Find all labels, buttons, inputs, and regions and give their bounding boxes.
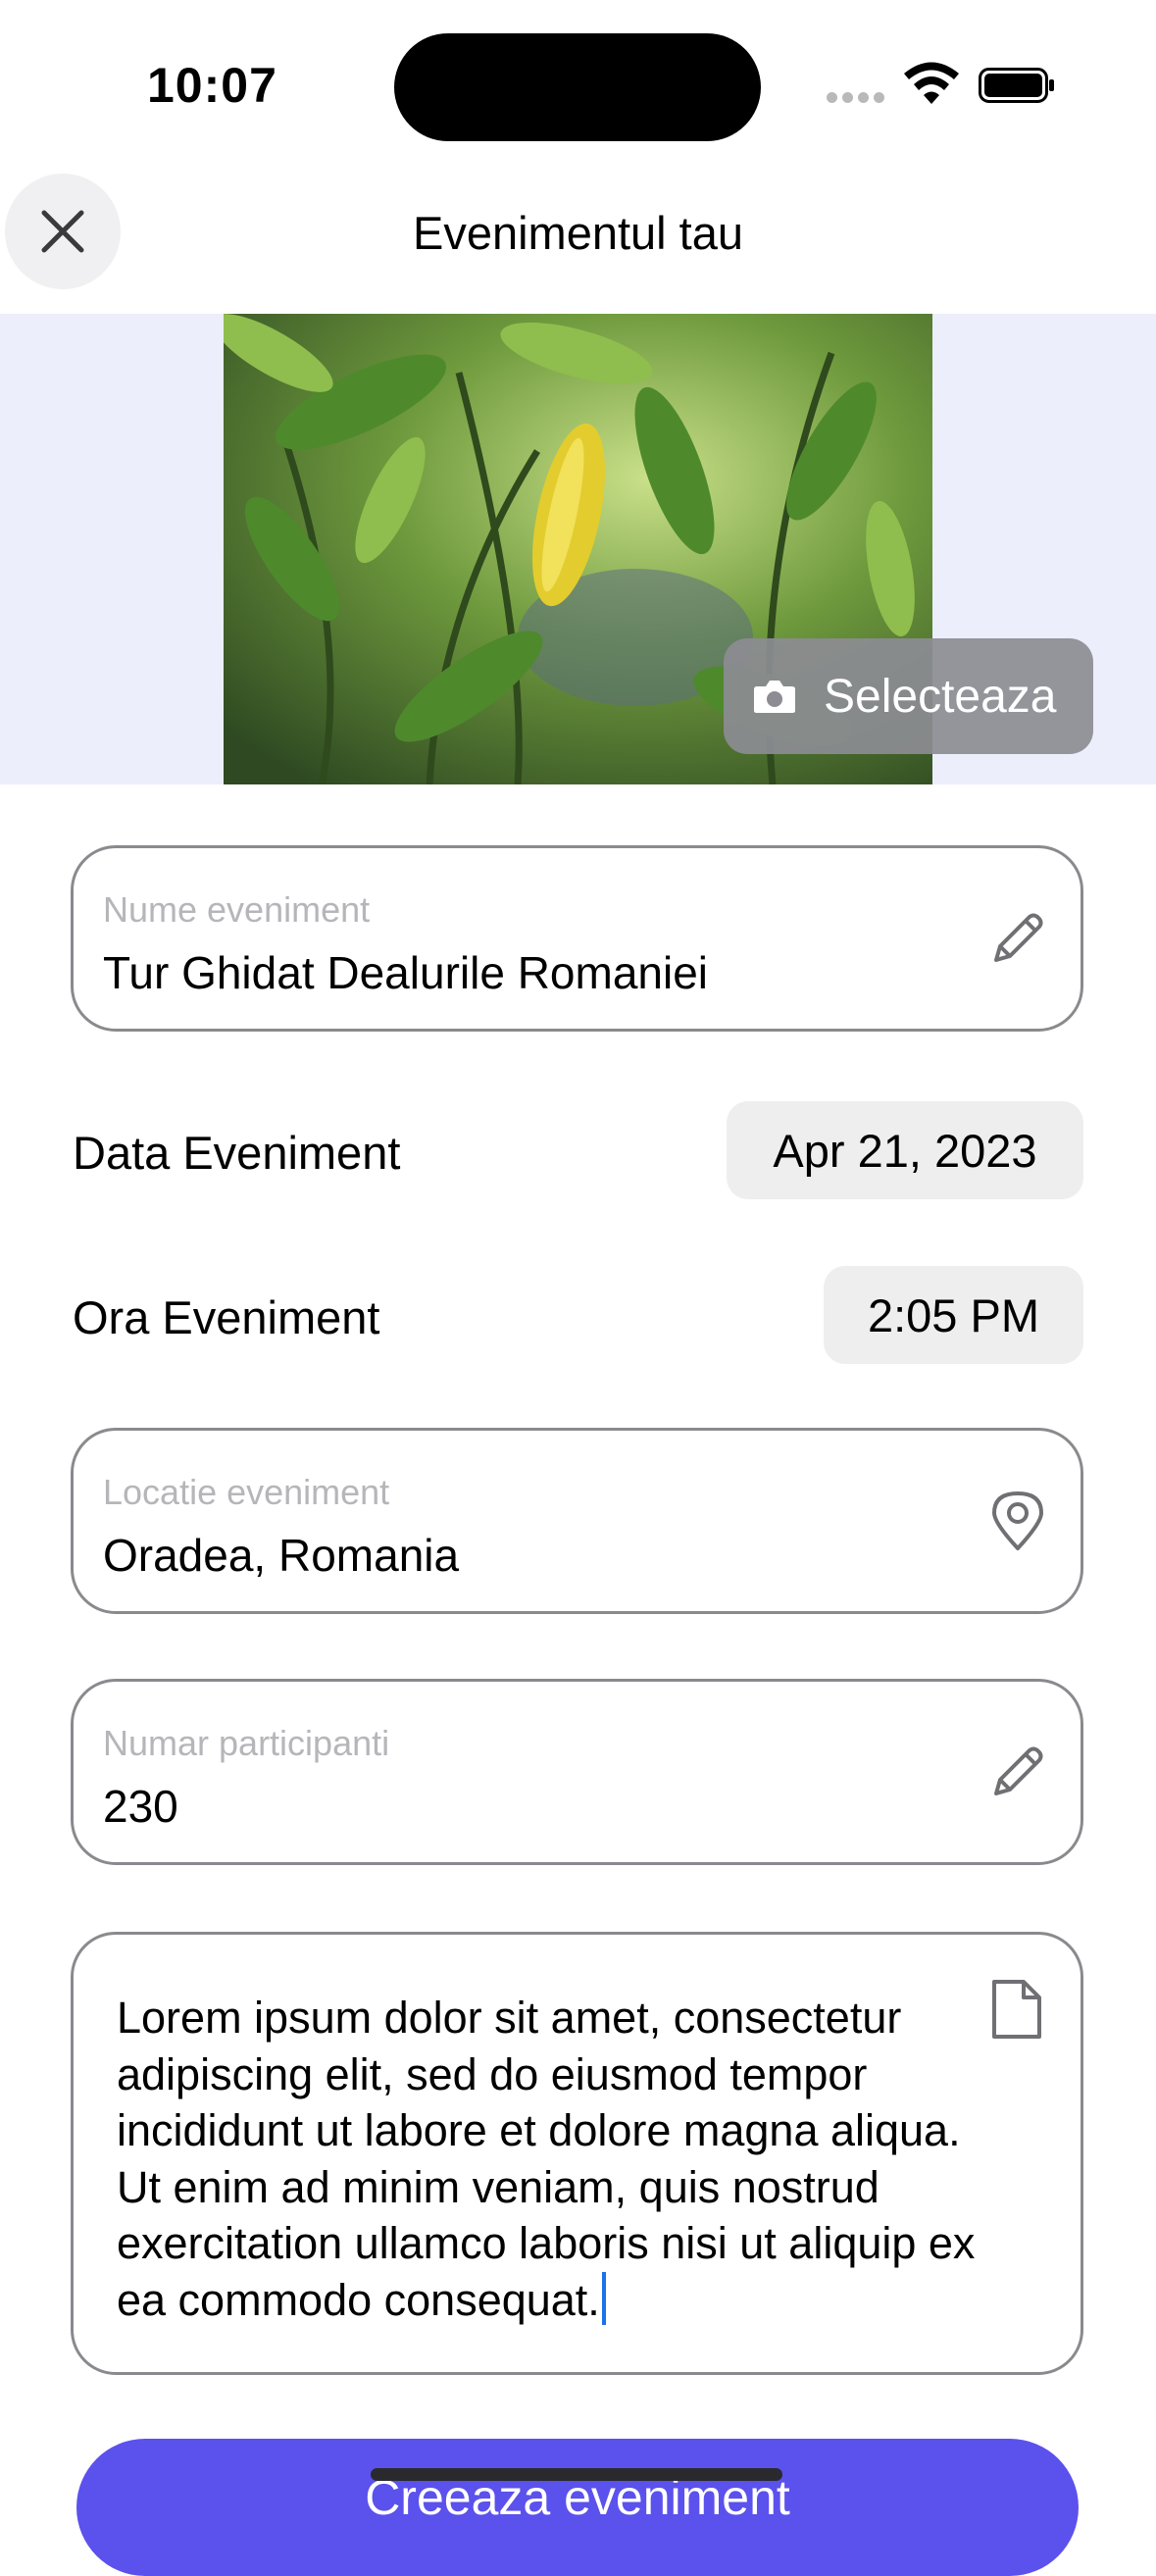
text-caret bbox=[601, 2271, 606, 2325]
participants-value[interactable]: 230 bbox=[103, 1780, 178, 1833]
select-photo-label: Selecteaza bbox=[824, 670, 1057, 723]
pencil-icon[interactable] bbox=[986, 1741, 1049, 1803]
create-event-button[interactable]: Creeaza eveniment bbox=[76, 2439, 1079, 2576]
description-value: Lorem ipsum dolor sit amet, consectetur … bbox=[117, 1993, 976, 2325]
pencil-icon[interactable] bbox=[986, 907, 1049, 970]
event-location-field[interactable]: Locatie eveniment Oradea, Romania bbox=[71, 1428, 1083, 1614]
wifi-icon bbox=[904, 62, 959, 104]
event-location-value[interactable]: Oradea, Romania bbox=[103, 1529, 459, 1582]
participants-field[interactable]: Numar participanti 230 bbox=[71, 1679, 1083, 1865]
document-icon[interactable] bbox=[990, 1978, 1043, 2041]
event-date-picker[interactable]: Apr 21, 2023 bbox=[727, 1101, 1083, 1199]
event-time-picker[interactable]: 2:05 PM bbox=[824, 1266, 1083, 1364]
home-indicator[interactable] bbox=[371, 2468, 782, 2481]
status-time: 10:07 bbox=[147, 58, 277, 113]
event-name-label: Nume eveniment bbox=[103, 889, 371, 930]
description-field[interactable]: Lorem ipsum dolor sit amet, consectetur … bbox=[71, 1932, 1083, 2375]
camera-icon bbox=[754, 681, 795, 713]
event-date-label: Data Eveniment bbox=[73, 1127, 401, 1179]
description-text[interactable]: Lorem ipsum dolor sit amet, consectetur … bbox=[117, 1990, 999, 2328]
page-title: Evenimentul tau bbox=[412, 207, 744, 259]
dynamic-island bbox=[394, 33, 761, 141]
event-name-value[interactable]: Tur Ghidat Dealurile Romaniei bbox=[103, 946, 708, 999]
battery-icon bbox=[979, 68, 1054, 103]
event-time-label: Ora Eveniment bbox=[73, 1291, 380, 1343]
select-photo-button[interactable]: Selecteaza bbox=[724, 638, 1093, 754]
location-pin-icon[interactable] bbox=[986, 1490, 1049, 1552]
cellular-signal-icon bbox=[827, 90, 889, 108]
event-name-field[interactable]: Nume eveniment Tur Ghidat Dealurile Roma… bbox=[71, 845, 1083, 1032]
participants-label: Numar participanti bbox=[103, 1723, 390, 1763]
event-location-label: Locatie eveniment bbox=[103, 1472, 390, 1512]
